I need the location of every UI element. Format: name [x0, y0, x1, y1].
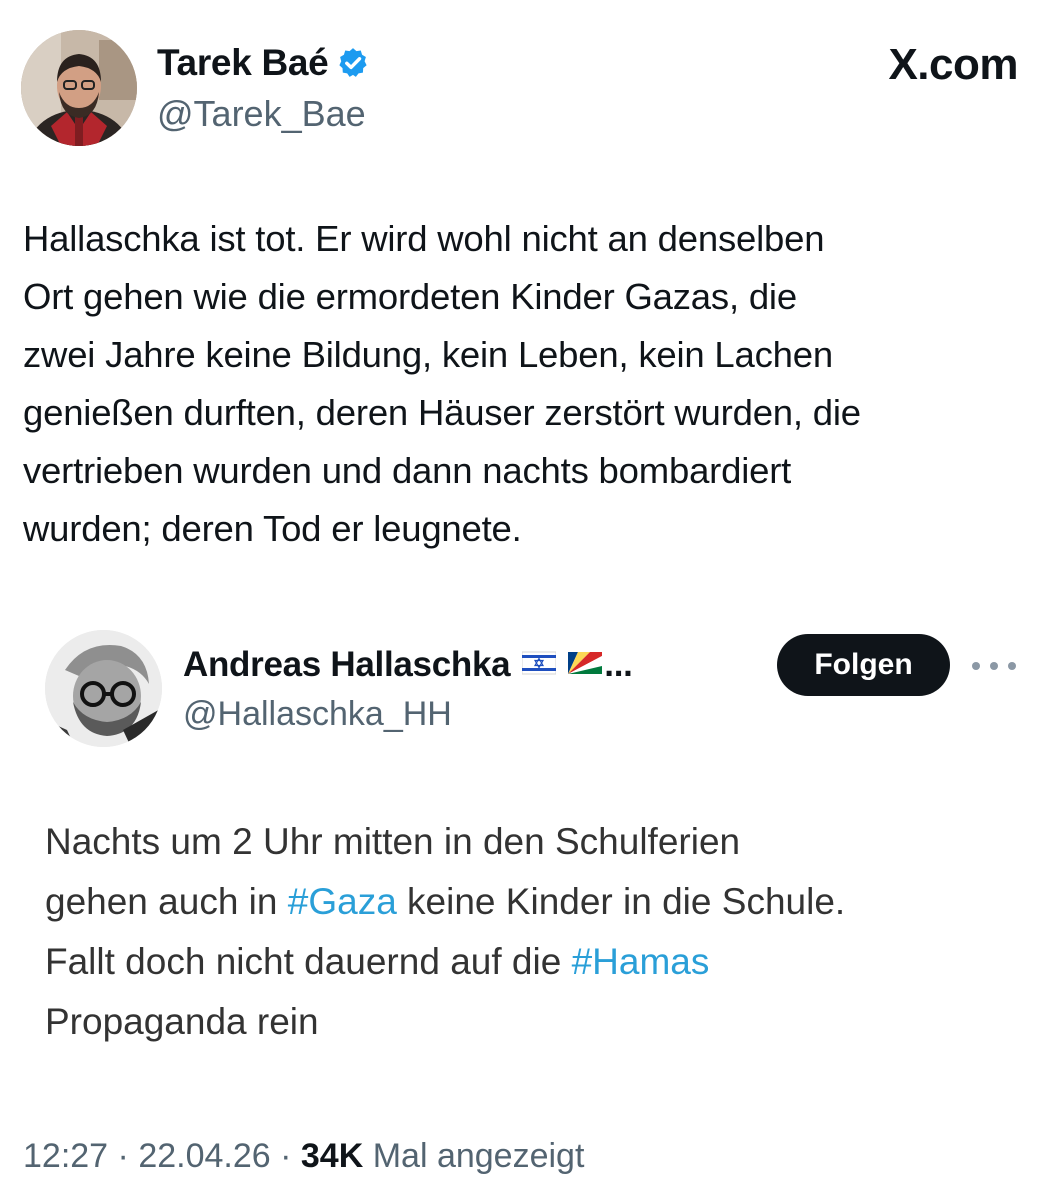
author-handle[interactable]: @Tarek_Bae — [157, 93, 366, 135]
site-label: X.com — [888, 40, 1018, 89]
hashtag-hamas[interactable]: #Hamas — [572, 941, 710, 982]
tweet-line: wurden; deren Tod er leugnete. — [23, 508, 522, 549]
separator: · — [108, 1137, 139, 1175]
quote-text-segment: gehen auch in — [45, 881, 288, 922]
tweet-line: vertrieben wurden und dann nachts bombar… — [23, 450, 792, 491]
name-truncation: ... — [604, 645, 633, 684]
israel-flag-icon — [521, 645, 557, 685]
author-avatar[interactable] — [21, 30, 137, 146]
follow-button[interactable]: Folgen — [777, 634, 950, 696]
author-name-text: Tarek Baé — [157, 42, 329, 83]
more-dot — [1008, 662, 1016, 670]
post-time[interactable]: 12:27 — [23, 1137, 108, 1175]
more-dot — [972, 662, 980, 670]
tweet-line: genießen durften, deren Häuser zerstört … — [23, 392, 861, 433]
views-count: 34K — [300, 1137, 364, 1175]
tweet-line: zwei Jahre keine Bildung, kein Leben, ke… — [23, 334, 833, 375]
tweet-line: Ort gehen wie die ermordeten Kinder Gaza… — [23, 276, 797, 317]
tweet-text: Hallaschka ist tot. Er wird wohl nicht a… — [23, 210, 1053, 558]
post-metadata: 12:27 · 22.04.26 · 34K Mal angezeigt — [23, 1137, 584, 1176]
tweet-line: Hallaschka ist tot. Er wird wohl nicht a… — [23, 218, 825, 259]
more-dot — [990, 662, 998, 670]
quote-line: gehen auch in #Gaza keine Kinder in die … — [45, 872, 1035, 932]
quote-text: Nachts um 2 Uhr mitten in den Schulferie… — [45, 812, 1035, 1052]
views-label: Mal angezeigt — [363, 1137, 585, 1175]
quote-text-segment: keine Kinder in die Schule. — [396, 881, 846, 922]
author-name[interactable]: Tarek Baé — [157, 42, 370, 84]
seychelles-flag-icon — [568, 645, 603, 685]
quote-author-name-text: Andreas Hallaschka — [183, 645, 511, 684]
post-date[interactable]: 22.04.26 — [138, 1137, 270, 1175]
verified-badge-icon — [336, 46, 370, 80]
quote-author-handle[interactable]: @Hallaschka_HH — [183, 695, 452, 734]
quote-author-avatar[interactable] — [45, 630, 162, 747]
separator: · — [270, 1137, 301, 1175]
quote-line: Fallt doch nicht dauernd auf die #Hamas — [45, 932, 1035, 992]
hashtag-gaza[interactable]: #Gaza — [288, 881, 397, 922]
more-horizontal-icon[interactable] — [972, 656, 1016, 676]
quote-author-name[interactable]: Andreas Hallaschka ... — [183, 645, 633, 685]
post-screenshot: Tarek Baé @Tarek_Bae X.com Hallaschka is… — [0, 0, 1064, 1200]
quote-text-segment: Fallt doch nicht dauernd auf die — [45, 941, 572, 982]
quote-line: Propaganda rein — [45, 1001, 319, 1042]
quote-line: Nachts um 2 Uhr mitten in den Schulferie… — [45, 821, 741, 862]
